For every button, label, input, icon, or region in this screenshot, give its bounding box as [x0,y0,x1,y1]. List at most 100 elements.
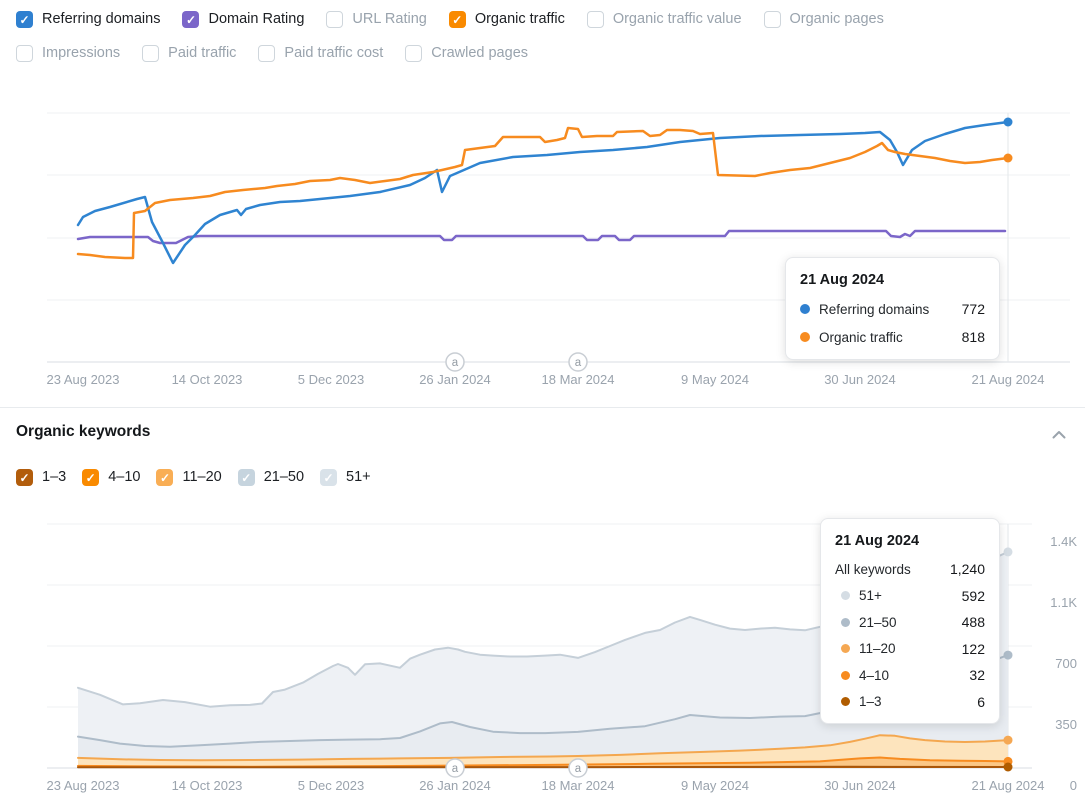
line-1-3-cumulative-top [77,765,1009,769]
tooltip-row-value: 32 [969,667,985,684]
tooltip-row-label: Referring domains [819,301,930,317]
metrics-legend-row-1: ✓ Referring domains ✓ Domain Rating URL Rati… [16,10,884,29]
legend-checkbox-organic-traffic[interactable]: ✓ Organic traffic [448,10,565,29]
tooltip-row-51+: 51+ 592 [835,583,985,610]
x-axis-label: 5 Dec 2023 [298,372,365,387]
legend-label: Organic traffic value [612,11,742,27]
section-divider [0,407,1085,408]
y-axis-label: 1.4K [1050,534,1077,549]
y-axis-label: 350 [1055,717,1077,732]
tooltip-row-value: 818 [961,329,985,345]
tooltip-row-label: 11–20 [859,641,896,657]
unchecked-checkbox-icon[interactable] [405,45,423,62]
annotation-marker-letter: a [452,357,459,369]
legend-checkbox-referring-domains[interactable]: ✓ Referring domains [16,10,160,29]
legend-label: 51+ [346,469,371,485]
x-axis-label: 9 May 2024 [681,372,749,387]
unchecked-checkbox-icon[interactable] [16,45,33,62]
legend-checkbox-4-10[interactable]: ✓ 4–10 [82,468,140,487]
legend-label: Domain Rating [208,11,305,27]
checked-checkbox-icon[interactable]: ✓ [237,469,255,486]
unchecked-checkbox-icon[interactable] [763,11,781,28]
x-axis-label: 30 Jun 2024 [824,778,896,793]
tooltip-row-label: Organic traffic [819,329,903,345]
tooltip-row-organic-traffic: Organic traffic 818 [800,323,985,351]
tooltip-row-value: 1,240 [949,561,985,578]
legend-checkbox-51+[interactable]: ✓ 51+ [320,468,371,487]
legend-label: 1–3 [42,469,67,485]
tooltip-row-1-3: 1–3 6 [835,689,985,716]
unchecked-checkbox-icon[interactable] [142,45,160,62]
checked-checkbox-icon[interactable]: ✓ [16,469,33,486]
legend-checkbox-11-20[interactable]: ✓ 11–20 [156,468,222,487]
x-axis-label: 30 Jun 2024 [824,372,896,387]
x-axis-label: 26 Jan 2024 [419,778,491,793]
x-axis-label: 18 Mar 2024 [542,372,615,387]
tooltip-row-value: 488 [961,614,985,631]
analytics-overview-page: ✓ Referring domains ✓ Domain Rating URL Rati… [0,0,1085,807]
legend-label: 11–20 [182,469,222,485]
legend-label: URL Rating [352,11,427,27]
end-dot-1-3-cumulative-top [1003,762,1013,772]
legend-checkbox-url-rating[interactable]: URL Rating [326,10,427,29]
y-axis-label: 700 [1055,656,1077,671]
unchecked-checkbox-icon[interactable] [258,45,276,62]
legend-label: Crawled pages [431,45,529,61]
legend-checkbox-domain-rating[interactable]: ✓ Domain Rating [182,10,304,29]
legend-checkbox-paid-traffic-cost[interactable]: Paid traffic cost [258,44,383,63]
tooltip-row-label: 51+ [859,588,882,604]
series-color-dot [841,644,850,654]
x-axis-label: 5 Dec 2023 [298,778,365,793]
series-color-dot [800,304,810,314]
checked-checkbox-icon[interactable]: ✓ [16,11,33,28]
collapse-section-button[interactable] [1049,426,1069,442]
checked-checkbox-icon[interactable]: ✓ [182,11,200,28]
end-dot-51+-cumulative-top-all-keywords [1003,547,1013,557]
tooltip-row-value: 122 [961,640,985,657]
tooltip-row-value: 772 [961,301,985,317]
tooltip-row-value: 592 [961,587,985,604]
line-referring-domains [76,120,1010,265]
tooltip-row-referring-domains: Referring domains 772 [800,295,985,323]
annotation-marker-letter: a [575,357,582,369]
tooltip-row-21-50: 21–50 488 [835,609,985,636]
legend-checkbox-paid-traffic[interactable]: Paid traffic [142,44,236,63]
tooltip-row-label: 1–3 [859,694,882,710]
unchecked-checkbox-icon[interactable] [326,11,344,28]
x-axis-label: 21 Aug 2024 [971,372,1044,387]
series-color-dot [841,591,850,601]
tooltip-row-11-20: 11–20 122 [835,636,985,663]
series-color-dot [841,697,850,707]
x-axis-label: 23 Aug 2023 [46,778,119,793]
legend-checkbox-crawled-pages[interactable]: Crawled pages [405,44,528,63]
end-dot-organic-traffic [1003,153,1013,163]
legend-checkbox-impressions[interactable]: Impressions [16,44,120,63]
tooltip-date: 21 Aug 2024 [800,272,885,288]
annotation-marker-letter: a [575,763,582,775]
keyword-positions-legend: ✓ 1–3 ✓ 4–10 ✓ 11–20 ✓ 21–50 ✓ 51+ [16,468,371,487]
legend-label: 21–50 [263,469,305,485]
x-axis-label: 18 Mar 2024 [542,778,615,793]
tooltip-row-value: 6 [977,693,985,710]
legend-checkbox-organic-pages[interactable]: Organic pages [763,10,884,29]
x-axis-label: 26 Jan 2024 [419,372,491,387]
y-axis-label: 0 [1070,778,1077,793]
checked-checkbox-icon[interactable]: ✓ [156,469,174,486]
unchecked-checkbox-icon[interactable] [586,11,604,28]
legend-checkbox-21-50[interactable]: ✓ 21–50 [237,468,305,487]
legend-checkbox-1-3[interactable]: ✓ 1–3 [16,468,66,487]
checked-checkbox-icon[interactable]: ✓ [320,469,338,486]
legend-label: Paid traffic [168,45,237,61]
legend-label: Referring domains [42,11,161,27]
series-color-dot [841,617,850,627]
organic-keywords-title: Organic keywords [16,423,151,440]
checked-checkbox-icon[interactable]: ✓ [448,11,466,28]
tooltip-row-label: 21–50 [859,614,897,630]
x-axis-label: 9 May 2024 [681,778,749,793]
tooltip-row-4-10: 4–10 32 [835,662,985,689]
checked-checkbox-icon[interactable]: ✓ [82,469,100,486]
tooltip-rows: Referring domains 772 Organic traffic 818 [800,295,985,351]
legend-checkbox-organic-traffic-value[interactable]: Organic traffic value [586,10,742,29]
end-dot-referring-domains [1003,117,1013,127]
line-domain-rating [76,229,1007,245]
